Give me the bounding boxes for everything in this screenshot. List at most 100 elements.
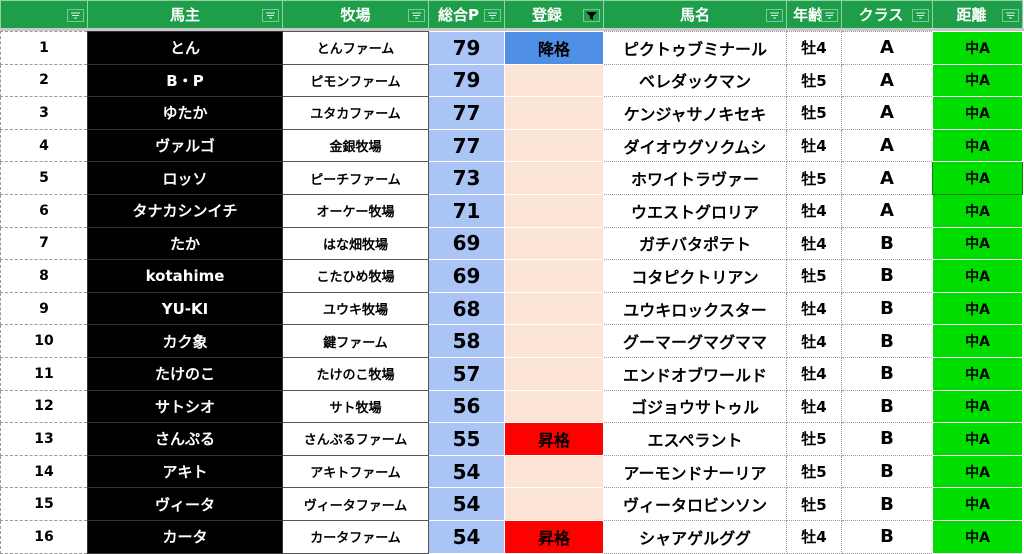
class-cell[interactable]: B [841, 324, 933, 358]
age-cell[interactable]: 牡5 [786, 63, 842, 98]
score-cell[interactable]: 69 [428, 259, 505, 293]
distance-cell[interactable]: 中A [932, 324, 1023, 358]
class-cell[interactable]: B [841, 454, 933, 489]
owner-cell[interactable]: たか [87, 226, 283, 261]
rank-cell[interactable]: 12 [0, 389, 88, 424]
horse-name-cell[interactable]: ダイオウグソクムシ [603, 128, 787, 163]
owner-cell[interactable]: とん [87, 31, 283, 65]
rank-cell[interactable]: 8 [0, 259, 88, 293]
score-cell[interactable]: 79 [428, 63, 505, 98]
age-cell[interactable]: 牡5 [786, 487, 842, 521]
registration-cell[interactable] [504, 259, 604, 293]
distance-cell[interactable]: 中A [932, 31, 1023, 65]
distance-cell[interactable]: 中A [932, 96, 1023, 130]
registration-cell[interactable] [504, 454, 604, 489]
registration-header[interactable]: 登録 [504, 0, 604, 29]
horse-name-cell[interactable]: ピクトゥブミナール [603, 31, 787, 65]
class-cell[interactable]: A [841, 63, 933, 98]
ranch-cell[interactable]: さんぷるファーム [282, 422, 429, 456]
distance-cell[interactable]: 中A [932, 454, 1023, 489]
age-cell[interactable]: 牡5 [786, 422, 842, 456]
rank-cell[interactable]: 5 [0, 161, 88, 195]
rank-cell[interactable]: 11 [0, 356, 88, 391]
owner-cell[interactable]: ヴィータ [87, 487, 283, 521]
registration-cell[interactable] [504, 487, 604, 521]
class-header[interactable]: クラス [841, 0, 933, 29]
filter-active-icon[interactable] [583, 9, 600, 22]
horse-name-cell[interactable]: コタピクトリアン [603, 259, 787, 293]
age-header[interactable]: 年齢 [786, 0, 842, 29]
rank-cell[interactable]: 10 [0, 324, 88, 358]
rank-header[interactable] [0, 0, 88, 29]
distance-cell[interactable]: 中A [932, 422, 1023, 456]
registration-cell[interactable] [504, 193, 604, 228]
distance-cell[interactable]: 中A [932, 519, 1023, 554]
rank-cell[interactable]: 4 [0, 128, 88, 163]
distance-cell[interactable]: 中A [932, 356, 1023, 391]
ranch-cell[interactable]: ピーチファーム [282, 161, 429, 195]
owner-cell[interactable]: サトシオ [87, 389, 283, 424]
rank-cell[interactable]: 16 [0, 519, 88, 554]
distance-cell[interactable]: 中A [932, 389, 1023, 424]
distance-cell[interactable]: 中A [932, 259, 1023, 293]
owner-cell[interactable]: kotahime [87, 259, 283, 293]
registration-cell[interactable] [504, 161, 604, 195]
class-cell[interactable]: B [841, 356, 933, 391]
owner-cell[interactable]: カータ [87, 519, 283, 554]
age-cell[interactable]: 牡4 [786, 128, 842, 163]
score-cell[interactable]: 54 [428, 454, 505, 489]
ranch-cell[interactable]: たけのこ牧場 [282, 356, 429, 391]
score-cell[interactable]: 77 [428, 96, 505, 130]
score-cell[interactable]: 79 [428, 31, 505, 65]
distance-cell[interactable]: 中A [932, 291, 1023, 326]
rank-cell[interactable]: 14 [0, 454, 88, 489]
score-cell[interactable]: 54 [428, 519, 505, 554]
registration-cell[interactable] [504, 324, 604, 358]
owner-header[interactable]: 馬主 [87, 0, 283, 29]
rank-cell[interactable]: 1 [0, 31, 88, 65]
rank-cell[interactable]: 7 [0, 226, 88, 261]
owner-cell[interactable]: さんぷる [87, 422, 283, 456]
filter-dropdown-icon[interactable] [484, 9, 501, 22]
distance-cell[interactable]: 中A [932, 161, 1023, 195]
owner-cell[interactable]: ロッソ [87, 161, 283, 195]
horse-name-cell[interactable]: ベレダックマン [603, 63, 787, 98]
owner-cell[interactable]: ゆたか [87, 96, 283, 130]
ranch-cell[interactable]: とんファーム [282, 31, 429, 65]
owner-cell[interactable]: YU-KI [87, 291, 283, 326]
owner-cell[interactable]: たけのこ [87, 356, 283, 391]
ranch-cell[interactable]: カータファーム [282, 519, 429, 554]
age-cell[interactable]: 牡4 [786, 291, 842, 326]
registration-cell[interactable] [504, 96, 604, 130]
horse-name-cell[interactable]: ガチバタポテト [603, 226, 787, 261]
registration-cell[interactable]: 降格 [504, 31, 604, 65]
horse-name-cell[interactable]: エスペラント [603, 422, 787, 456]
filter-dropdown-icon[interactable] [1002, 9, 1019, 22]
ranch-cell[interactable]: ユウキ牧場 [282, 291, 429, 326]
filter-dropdown-icon[interactable] [766, 9, 783, 22]
age-cell[interactable]: 牡4 [786, 356, 842, 391]
horse-name-cell[interactable]: シャアゲルググ [603, 519, 787, 554]
class-cell[interactable]: A [841, 161, 933, 195]
rank-cell[interactable]: 3 [0, 96, 88, 130]
ranch-cell[interactable]: 鍵ファーム [282, 324, 429, 358]
age-cell[interactable]: 牡4 [786, 324, 842, 358]
score-cell[interactable]: 55 [428, 422, 505, 456]
owner-cell[interactable]: カク象 [87, 324, 283, 358]
ranch-cell[interactable]: ユタカファーム [282, 96, 429, 130]
class-cell[interactable]: B [841, 487, 933, 521]
score-cell[interactable]: 77 [428, 128, 505, 163]
filter-dropdown-icon[interactable] [262, 9, 279, 22]
distance-header[interactable]: 距離 [932, 0, 1023, 29]
filter-dropdown-icon[interactable] [912, 9, 929, 22]
owner-cell[interactable]: タナカシンイチ [87, 193, 283, 228]
age-cell[interactable]: 牡4 [786, 519, 842, 554]
class-cell[interactable]: A [841, 31, 933, 65]
distance-cell[interactable]: 中A [932, 487, 1023, 521]
distance-cell[interactable]: 中A [932, 128, 1023, 163]
score-cell[interactable]: 57 [428, 356, 505, 391]
registration-cell[interactable] [504, 128, 604, 163]
age-cell[interactable]: 牡5 [786, 161, 842, 195]
ranch-cell[interactable]: アキトファーム [282, 454, 429, 489]
rank-cell[interactable]: 6 [0, 193, 88, 228]
